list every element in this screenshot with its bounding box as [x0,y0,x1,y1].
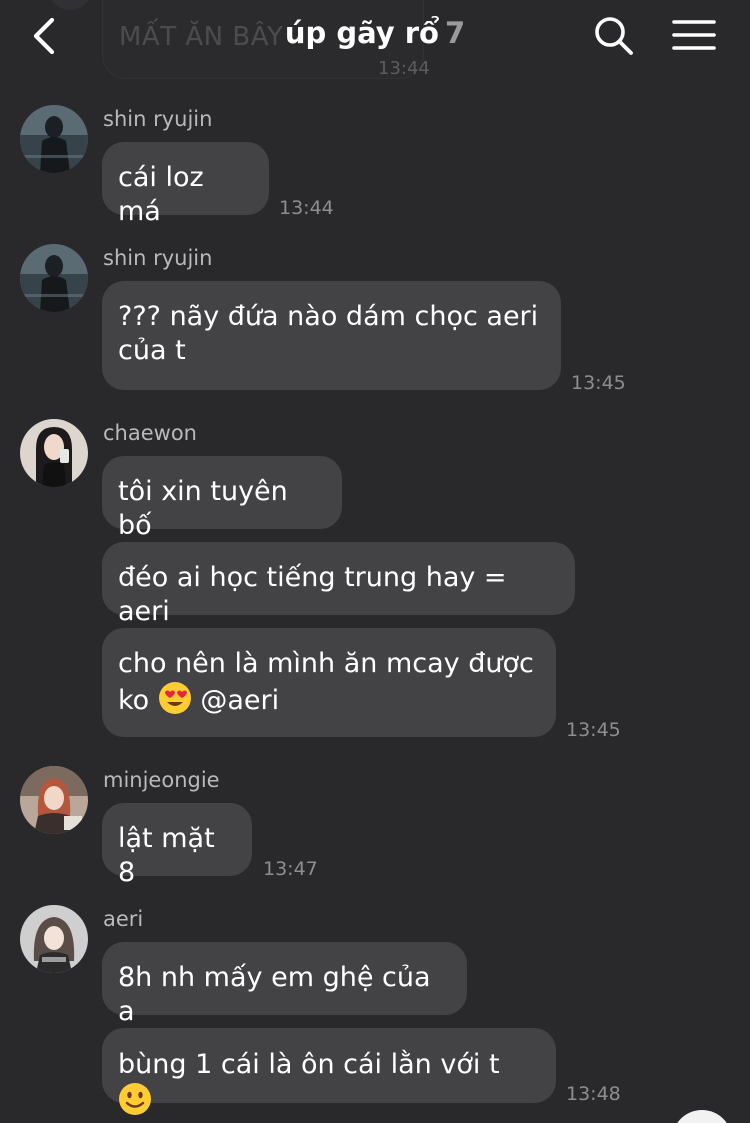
message-bubble[interactable]: 8h nh mấy em ghệ của a [102,942,467,1027]
hamburger-menu-icon [672,20,716,50]
floating-action-button[interactable] [672,1110,732,1123]
message-bubble[interactable]: cho nên là mình ăn mcay được ko @aeri [102,628,556,737]
member-count: 7 [444,16,466,50]
message-text-line: bùng 1 cái là ôn cái lằn với t [118,1048,540,1119]
message-text: ??? nãy đứa nào dám chọc aeri [118,301,539,332]
message-text: @aeri [200,685,280,716]
chat-header: MẤT ĂN BÂY 13:44 úp gãy rổ 7 [0,0,750,80]
message-bubble[interactable]: bùng 1 cái là ôn cái lằn với t [102,1028,556,1115]
message-bubble[interactable]: cái loz má [102,142,269,227]
message-time: 13:45 [571,372,626,394]
ghost-message-bubble: MẤT ĂN BÂY [102,0,424,79]
menu-button[interactable] [670,14,718,58]
sender-name: minjeongie [103,768,220,792]
heart-eyes-emoji [158,682,191,714]
avatar-shin-ryujin[interactable] [20,105,88,173]
message-time: 13:45 [566,719,621,741]
chevron-left-icon [33,17,55,55]
avatar-shin-ryujin[interactable] [20,244,88,312]
search-button[interactable] [592,14,636,58]
message-time: 13:48 [566,1083,621,1105]
message-text: tôi xin tuyên bố [118,476,288,541]
message-bubble[interactable]: đéo ai học tiếng trung hay = aeri [102,542,575,627]
message-text: cho nên là mình ăn mcay được [118,648,534,679]
message-text: 8h nh mấy em ghệ của a [118,962,431,1027]
message-bubble[interactable]: lật mặt 8 [102,803,252,888]
avatar-chaewon[interactable] [20,419,88,487]
message-text: của t [118,335,186,366]
chat-screen: MẤT ĂN BÂY 13:44 úp gãy rổ 7 shin ryujin… [0,0,750,1123]
ghost-message-time: 13:44 [378,58,430,79]
message-text: ko [118,685,150,716]
ghost-avatar [48,0,92,10]
sender-name: chaewon [103,421,197,445]
sender-name: shin ryujin [103,107,213,131]
ghost-message-text: MẤT ĂN BÂY [119,22,284,52]
message-bubble[interactable]: ??? nãy đứa nào dám chọc aeri của t [102,281,561,390]
sender-name: shin ryujin [103,246,213,270]
message-text: cái loz má [118,162,204,227]
message-text-line: ko @aeri [118,681,540,718]
message-time: 13:47 [263,858,318,880]
message-bubble[interactable]: tôi xin tuyên bố [102,456,342,541]
message-text: bùng 1 cái là ôn cái lằn với t [118,1049,500,1080]
message-time: 13:44 [279,197,334,219]
sender-name: aeri [103,907,144,931]
message-text: lật mặt 8 [118,823,215,888]
search-icon [595,17,633,55]
slightly-smiling-emoji [119,1083,151,1115]
message-text: đéo ai học tiếng trung hay = aeri [118,562,507,627]
avatar-minjeongie[interactable] [20,766,88,834]
back-button[interactable] [22,14,66,58]
avatar-aeri[interactable] [20,905,88,973]
